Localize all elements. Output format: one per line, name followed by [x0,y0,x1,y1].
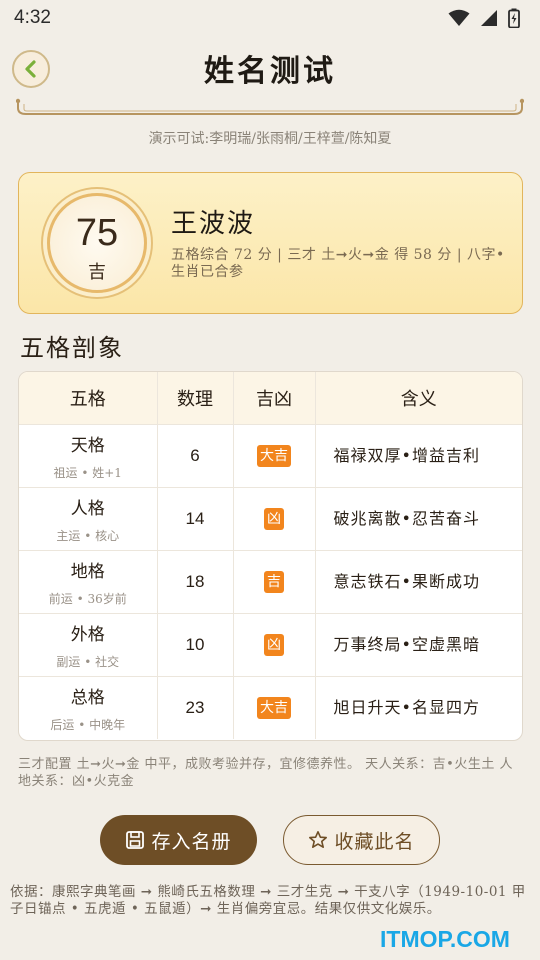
meaning-text: 福禄双厚•增益吉利 [315,424,522,488]
table-row: 天格 祖运 • 姓+1 6 大吉 福禄双厚•增益吉利 [19,424,522,488]
meaning-text: 万事终局•空虚黑暗 [315,613,522,677]
jixiong-cell: 凶 [233,613,316,677]
jixiong-cell: 凶 [233,487,316,551]
header-shuli: 数理 [157,372,234,425]
tested-name: 王波波 [171,209,256,239]
favorite-name-button[interactable]: 收藏此名 [283,815,440,865]
table-row: 外格 副运 • 社交 10 凶 万事终局•空虚黑暗 [19,613,522,677]
status-time: 4:32 [14,7,51,28]
score-number: 75 [75,212,119,254]
ge-cell: 外格 副运 • 社交 [19,613,158,677]
header-jixiong: 吉凶 [233,372,316,425]
save-button-label: 存入名册 [151,830,232,853]
header-wuge: 五格 [19,372,158,425]
save-to-roster-button[interactable]: 存入名册 [100,815,257,865]
basis-note: 依据：康熙字典笔画 ➞ 熊崎氏五格数理 ➞ 三才生克 ➞ 干支八字（1949-1… [10,884,526,917]
score-grade: 吉 [88,262,106,283]
ge-sub: 主运 • 核心 [56,528,120,543]
jixiong-cell: 大吉 [233,424,316,488]
back-button[interactable] [12,50,50,88]
status-icons [448,8,520,28]
header: 姓名测试 [0,36,540,100]
demo-hint: 演示可试:李明瑞/张雨桐/王梓萱/陈知夏 [148,131,392,147]
header-hanyi: 含义 [315,372,522,425]
wuge-table: 五格 数理 吉凶 含义 天格 祖运 • 姓+1 6 大吉 福禄双厚•增益吉利 人… [18,371,523,741]
shuli-value: 10 [157,613,234,677]
battery-icon [508,8,520,28]
ge-cell: 地格 前运 • 36岁前 [19,550,158,614]
shuli-value: 23 [157,676,234,739]
watermark: ITMOP.COM [380,926,510,952]
ge-cell: 天格 祖运 • 姓+1 [19,424,158,488]
ge-name: 天格 [70,435,105,456]
ge-sub: 后运 • 中晚年 [50,717,126,732]
score-summary: 五格综合 72 分 | 三才 土➞火➞金 得 58 分 | 八字•生肖已合参 [171,247,505,280]
jixiong-cell: 大吉 [233,676,316,739]
favorite-button-label: 收藏此名 [334,830,415,853]
luck-badge: 吉 [264,570,284,593]
ge-name: 外格 [70,624,105,645]
luck-badge: 大吉 [257,444,291,467]
score-seal: 75 吉 [47,193,147,293]
shuli-value: 6 [157,424,234,488]
jixiong-cell: 吉 [233,550,316,614]
table-header-row: 五格 数理 吉凶 含义 [19,372,522,425]
signal-icon [481,10,497,26]
star-icon [309,831,328,848]
meaning-text: 意志铁石•果断成功 [315,550,522,614]
luck-badge: 大吉 [257,696,291,719]
ge-cell: 人格 主运 • 核心 [19,487,158,551]
ge-sub: 祖运 • 姓+1 [53,465,122,480]
table-row: 人格 主运 • 核心 14 凶 破兆离散•忍苦奋斗 [19,487,522,551]
section-title: 五格剖象 [20,334,124,362]
table-row: 地格 前运 • 36岁前 18 吉 意志铁石•果断成功 [19,550,522,614]
scroll-ornament [16,98,524,115]
meaning-text: 旭日升天•名显四方 [333,697,480,717]
page-title: 姓名测试 [204,54,336,89]
ge-sub: 前运 • 36岁前 [48,591,127,606]
table-row: 总格 后运 • 中晚年 23 大吉 旭日升天•名显四方 [19,676,522,739]
ge-name: 地格 [70,561,105,582]
sancai-note: 三才配置 土➞火➞金 中平，成败考验并存，宜修德养性。 天人关系：吉•火生土 人… [18,757,513,789]
score-card: 75 吉 王波波 五格综合 72 分 | 三才 土➞火➞金 得 58 分 | 八… [18,172,523,314]
shuli-value: 14 [157,487,234,551]
ge-name: 人格 [70,498,105,519]
chevron-left-icon [25,60,36,78]
save-icon [126,831,145,849]
ge-cell: 总格 后运 • 中晚年 [19,676,158,739]
meaning-text: 破兆离散•忍苦奋斗 [315,487,522,551]
ge-sub: 副运 • 社交 [56,654,120,669]
shuli-value: 18 [157,550,234,614]
status-bar: 4:32 [0,0,540,36]
luck-badge: 凶 [264,507,284,530]
wifi-icon [448,9,470,26]
ge-name: 总格 [70,687,105,708]
luck-badge: 凶 [264,633,284,656]
